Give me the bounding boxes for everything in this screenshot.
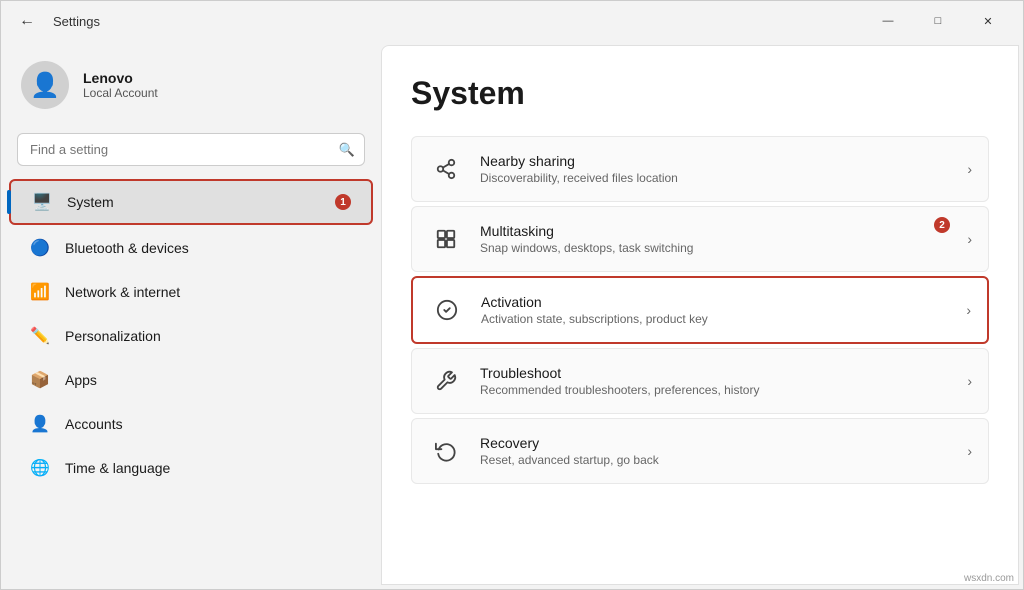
multitasking-icon xyxy=(428,221,464,257)
nearby-sharing-chevron: › xyxy=(967,161,972,177)
nearby-sharing-desc: Discoverability, received files location xyxy=(480,171,957,185)
user-type: Local Account xyxy=(83,86,158,100)
recovery-chevron: › xyxy=(967,443,972,459)
sidebar-item-accounts[interactable]: 👤 Accounts xyxy=(9,403,373,445)
apps-label: Apps xyxy=(65,372,97,388)
network-icon: 📶 xyxy=(29,281,51,303)
apps-icon: 📦 xyxy=(29,369,51,391)
search-box: 🔍 xyxy=(17,133,365,166)
title-bar: ← Settings — □ ✕ xyxy=(1,1,1023,41)
personalization-label: Personalization xyxy=(65,328,161,344)
sidebar-item-system[interactable]: 🖥️ System 1 xyxy=(9,179,373,225)
time-label: Time & language xyxy=(65,460,170,476)
personalization-icon: ✏️ xyxy=(29,325,51,347)
search-input[interactable] xyxy=(17,133,365,166)
troubleshoot-icon xyxy=(428,363,464,399)
activation-icon xyxy=(429,292,465,328)
accounts-icon: 👤 xyxy=(29,413,51,435)
troubleshoot-name: Troubleshoot xyxy=(480,365,957,381)
recovery-icon xyxy=(428,433,464,469)
user-name: Lenovo xyxy=(83,70,158,86)
network-label: Network & internet xyxy=(65,284,180,300)
main-content: 👤 Lenovo Local Account 🔍 🖥️ System 1 🔵 xyxy=(1,41,1023,589)
setting-recovery[interactable]: Recovery Reset, advanced startup, go bac… xyxy=(411,418,989,484)
sidebar-item-network[interactable]: 📶 Network & internet xyxy=(9,271,373,313)
page-title: System xyxy=(411,75,989,112)
troubleshoot-chevron: › xyxy=(967,373,972,389)
settings-list: Nearby sharing Discoverability, received… xyxy=(411,136,989,484)
recovery-desc: Reset, advanced startup, go back xyxy=(480,453,957,467)
activation-text: Activation Activation state, subscriptio… xyxy=(481,294,956,326)
user-section: 👤 Lenovo Local Account xyxy=(1,41,381,125)
back-button[interactable]: ← xyxy=(13,7,41,35)
setting-multitasking[interactable]: Multitasking Snap windows, desktops, tas… xyxy=(411,206,989,272)
window-controls: — □ ✕ xyxy=(865,5,1011,37)
sidebar-item-bluetooth[interactable]: 🔵 Bluetooth & devices xyxy=(9,227,373,269)
recovery-name: Recovery xyxy=(480,435,957,451)
sidebar-item-apps[interactable]: 📦 Apps xyxy=(9,359,373,401)
sidebar: 👤 Lenovo Local Account 🔍 🖥️ System 1 🔵 xyxy=(1,41,381,589)
activation-name: Activation xyxy=(481,294,956,310)
multitasking-name: Multitasking xyxy=(480,223,957,239)
system-label: System xyxy=(67,194,114,210)
user-info: Lenovo Local Account xyxy=(83,70,158,100)
sidebar-item-time[interactable]: 🌐 Time & language xyxy=(9,447,373,489)
activation-desc: Activation state, subscriptions, product… xyxy=(481,312,956,326)
multitasking-text: Multitasking Snap windows, desktops, tas… xyxy=(480,223,957,255)
troubleshoot-desc: Recommended troubleshooters, preferences… xyxy=(480,383,957,397)
recovery-text: Recovery Reset, advanced startup, go bac… xyxy=(480,435,957,467)
bluetooth-icon: 🔵 xyxy=(29,237,51,259)
sidebar-item-personalization[interactable]: ✏️ Personalization xyxy=(9,315,373,357)
troubleshoot-text: Troubleshoot Recommended troubleshooters… xyxy=(480,365,957,397)
search-icon: 🔍 xyxy=(339,142,355,158)
activation-chevron: › xyxy=(966,302,971,318)
multitasking-chevron: › xyxy=(967,231,972,247)
accounts-label: Accounts xyxy=(65,416,123,432)
right-panel: System Nearby sharing Discoverability, r… xyxy=(381,45,1019,585)
close-button[interactable]: ✕ xyxy=(965,5,1011,37)
title-bar-left: ← Settings xyxy=(13,7,865,35)
nearby-sharing-name: Nearby sharing xyxy=(480,153,957,169)
bluetooth-label: Bluetooth & devices xyxy=(65,240,189,256)
minimize-button[interactable]: — xyxy=(865,5,911,37)
multitasking-desc: Snap windows, desktops, task switching xyxy=(480,241,957,255)
setting-activation[interactable]: Activation Activation state, subscriptio… xyxy=(411,276,989,344)
setting-troubleshoot[interactable]: Troubleshoot Recommended troubleshooters… xyxy=(411,348,989,414)
watermark: wsxdn.com xyxy=(964,573,1014,584)
badge-1: 1 xyxy=(335,194,351,210)
system-icon: 🖥️ xyxy=(31,191,53,213)
time-icon: 🌐 xyxy=(29,457,51,479)
maximize-button[interactable]: □ xyxy=(915,5,961,37)
nearby-sharing-text: Nearby sharing Discoverability, received… xyxy=(480,153,957,185)
setting-nearby-sharing[interactable]: Nearby sharing Discoverability, received… xyxy=(411,136,989,202)
avatar: 👤 xyxy=(21,61,69,109)
badge-2: 2 xyxy=(934,217,950,233)
active-indicator xyxy=(7,190,11,214)
app-title: Settings xyxy=(53,14,100,29)
nearby-sharing-icon xyxy=(428,151,464,187)
settings-window: ← Settings — □ ✕ 👤 Lenovo Local Account … xyxy=(0,0,1024,590)
